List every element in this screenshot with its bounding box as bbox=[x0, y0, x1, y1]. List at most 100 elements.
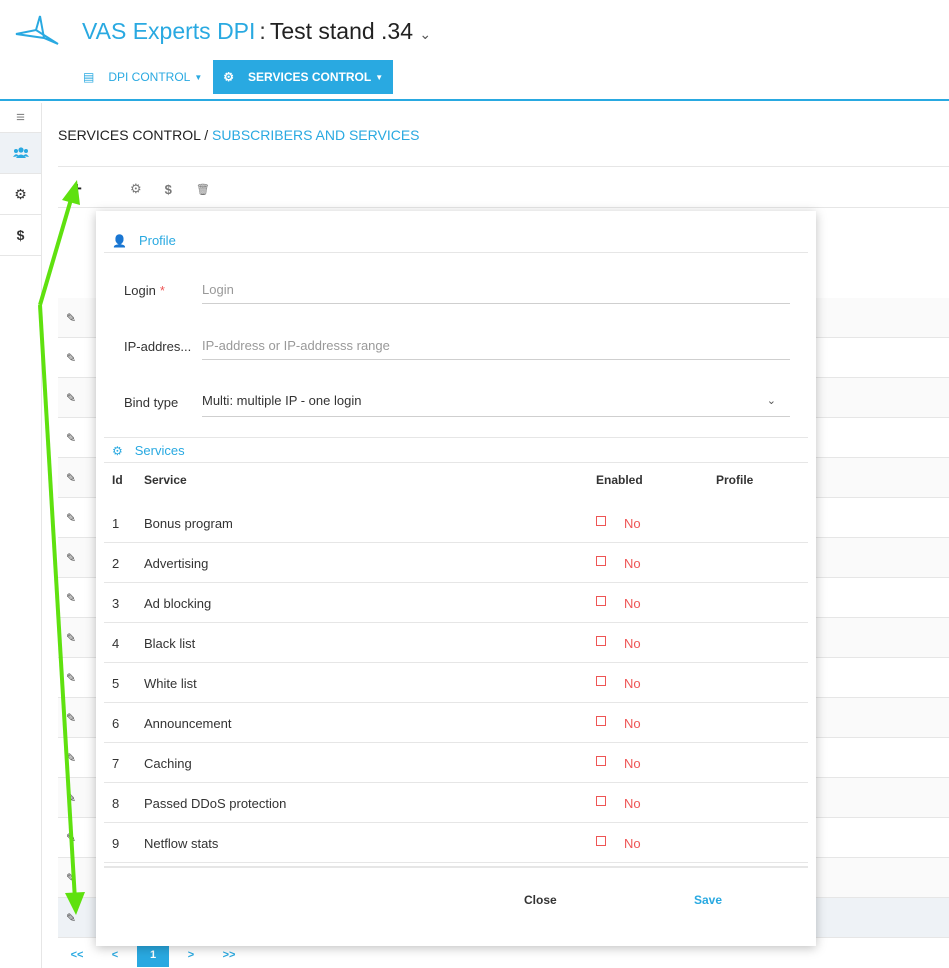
enabled-status: No bbox=[624, 836, 641, 851]
service-name: Ad blocking bbox=[144, 596, 212, 611]
enabled-status: No bbox=[624, 596, 641, 611]
page-prev-button[interactable]: < bbox=[96, 949, 134, 961]
gears-icon: ⚙ bbox=[14, 185, 27, 202]
enabled-status: No bbox=[624, 716, 641, 731]
services-table: 1 Bonus program No 2 Advertising No 3 Ad… bbox=[104, 503, 808, 863]
page-next-button[interactable]: > bbox=[172, 949, 210, 961]
enabled-checkbox[interactable] bbox=[596, 756, 606, 766]
menu-icon[interactable]: ≡ bbox=[0, 103, 41, 133]
edit-icon[interactable]: ✎ bbox=[66, 791, 76, 805]
login-label: Login * bbox=[124, 283, 165, 298]
profile-title: Profile bbox=[138, 233, 176, 248]
edit-icon[interactable]: ✎ bbox=[66, 751, 76, 765]
service-id: 5 bbox=[112, 676, 120, 691]
save-button[interactable]: Save bbox=[694, 893, 722, 907]
pagination: << < 1 > >> bbox=[58, 943, 248, 967]
logo-icon[interactable] bbox=[14, 14, 60, 48]
page-first-button[interactable]: << bbox=[58, 949, 96, 961]
sidebar: ≡ ⚙ $ bbox=[0, 103, 42, 968]
divider bbox=[104, 252, 808, 253]
nav-services-control[interactable]: ⚙ SERVICES CONTROL ▼ bbox=[213, 60, 394, 94]
sidebar-item-tariffs[interactable]: $ bbox=[0, 215, 41, 256]
edit-icon[interactable]: ✎ bbox=[66, 871, 76, 885]
column-profile: Profile bbox=[716, 473, 754, 487]
login-input[interactable] bbox=[202, 276, 790, 304]
top-nav: ▤ DPI CONTROL ▼ ⚙ SERVICES CONTROL ▼ bbox=[72, 60, 394, 94]
service-row: 2 Advertising No bbox=[104, 543, 808, 583]
chevron-down-icon[interactable]: ⌄ bbox=[419, 26, 431, 42]
enabled-checkbox[interactable] bbox=[596, 516, 606, 526]
service-row: 6 Announcement No bbox=[104, 703, 808, 743]
edit-icon[interactable]: ✎ bbox=[66, 431, 76, 445]
services-table-header: Id Service Enabled Profile bbox=[104, 473, 808, 495]
nav-dpi-control[interactable]: ▤ DPI CONTROL ▼ bbox=[72, 60, 213, 94]
services-button[interactable]: ⚙ bbox=[130, 181, 142, 197]
login-label-text: Login bbox=[124, 283, 156, 298]
enabled-checkbox[interactable] bbox=[596, 796, 606, 806]
enabled-status: No bbox=[624, 756, 641, 771]
enabled-checkbox[interactable] bbox=[596, 676, 606, 686]
services-section-title: ⚙ Services bbox=[112, 443, 185, 458]
edit-icon[interactable]: ✎ bbox=[66, 711, 76, 725]
nav-dpi-control-label: DPI CONTROL bbox=[108, 70, 191, 84]
bind-type-value: Multi: multiple IP - one login bbox=[202, 393, 362, 408]
user-icon: 👤 bbox=[112, 233, 127, 248]
service-row: 7 Caching No bbox=[104, 743, 808, 783]
service-id: 3 bbox=[112, 596, 120, 611]
service-name: Passed DDoS protection bbox=[144, 796, 287, 811]
enabled-checkbox[interactable] bbox=[596, 716, 606, 726]
dollar-icon: $ bbox=[16, 227, 25, 243]
service-row: 4 Black list No bbox=[104, 623, 808, 663]
tariff-button[interactable]: $ bbox=[165, 182, 172, 197]
divider bbox=[104, 866, 808, 868]
stand-name: Test stand .34 bbox=[269, 18, 414, 44]
edit-icon[interactable]: ✎ bbox=[66, 671, 76, 685]
column-id: Id bbox=[112, 473, 123, 487]
service-name: Caching bbox=[144, 756, 192, 771]
service-name: Bonus program bbox=[144, 516, 233, 531]
app-title[interactable]: VAS Experts DPI: Test stand .34 ⌄ bbox=[82, 18, 431, 45]
page-last-button[interactable]: >> bbox=[210, 949, 248, 961]
add-button[interactable]: + bbox=[72, 179, 82, 199]
close-button[interactable]: Close bbox=[524, 893, 557, 907]
brand-separator: : bbox=[259, 18, 266, 44]
enabled-checkbox[interactable] bbox=[596, 596, 606, 606]
ip-address-label: IP-addres... bbox=[124, 339, 192, 354]
required-mark: * bbox=[159, 283, 165, 298]
edit-icon[interactable]: ✎ bbox=[66, 591, 76, 605]
edit-icon[interactable]: ✎ bbox=[66, 391, 76, 405]
sidebar-item-subscribers[interactable] bbox=[0, 133, 41, 174]
edit-icon[interactable]: ✎ bbox=[66, 551, 76, 565]
edit-icon[interactable]: ✎ bbox=[66, 511, 76, 525]
enabled-checkbox[interactable] bbox=[596, 556, 606, 566]
page-current-button[interactable]: 1 bbox=[137, 943, 169, 967]
enabled-status: No bbox=[624, 796, 641, 811]
profile-section-title: 👤 Profile bbox=[112, 233, 176, 248]
bind-type-label: Bind type bbox=[124, 395, 179, 410]
enabled-status: No bbox=[624, 636, 641, 651]
enabled-checkbox[interactable] bbox=[596, 836, 606, 846]
service-name: Black list bbox=[144, 636, 196, 651]
edit-icon[interactable]: ✎ bbox=[66, 831, 76, 845]
sidebar-item-services[interactable]: ⚙ bbox=[0, 174, 41, 215]
edit-icon[interactable]: ✎ bbox=[66, 351, 76, 365]
breadcrumb: SERVICES CONTROL / SUBSCRIBERS AND SERVI… bbox=[58, 127, 420, 143]
service-id: 4 bbox=[112, 636, 120, 651]
chevron-down-icon: ⌄ bbox=[766, 395, 776, 407]
brand-name: VAS Experts DPI bbox=[82, 18, 256, 44]
edit-icon[interactable]: ✎ bbox=[66, 631, 76, 645]
delete-button[interactable]: 🗑 bbox=[196, 183, 210, 196]
edit-icon[interactable]: ✎ bbox=[66, 311, 76, 325]
service-row: 9 Netflow stats No bbox=[104, 823, 808, 863]
divider bbox=[58, 207, 949, 208]
edit-icon[interactable]: ✎ bbox=[66, 911, 76, 925]
breadcrumb-current[interactable]: SUBSCRIBERS AND SERVICES bbox=[212, 127, 419, 143]
bind-type-select[interactable]: Multi: multiple IP - one login ⌄ bbox=[202, 385, 790, 417]
breadcrumb-root[interactable]: SERVICES CONTROL / bbox=[58, 127, 208, 143]
service-id: 6 bbox=[112, 716, 120, 731]
enabled-checkbox[interactable] bbox=[596, 636, 606, 646]
service-id: 7 bbox=[112, 756, 120, 771]
ip-address-input[interactable] bbox=[202, 332, 790, 360]
enabled-status: No bbox=[624, 676, 641, 691]
edit-icon[interactable]: ✎ bbox=[66, 471, 76, 485]
